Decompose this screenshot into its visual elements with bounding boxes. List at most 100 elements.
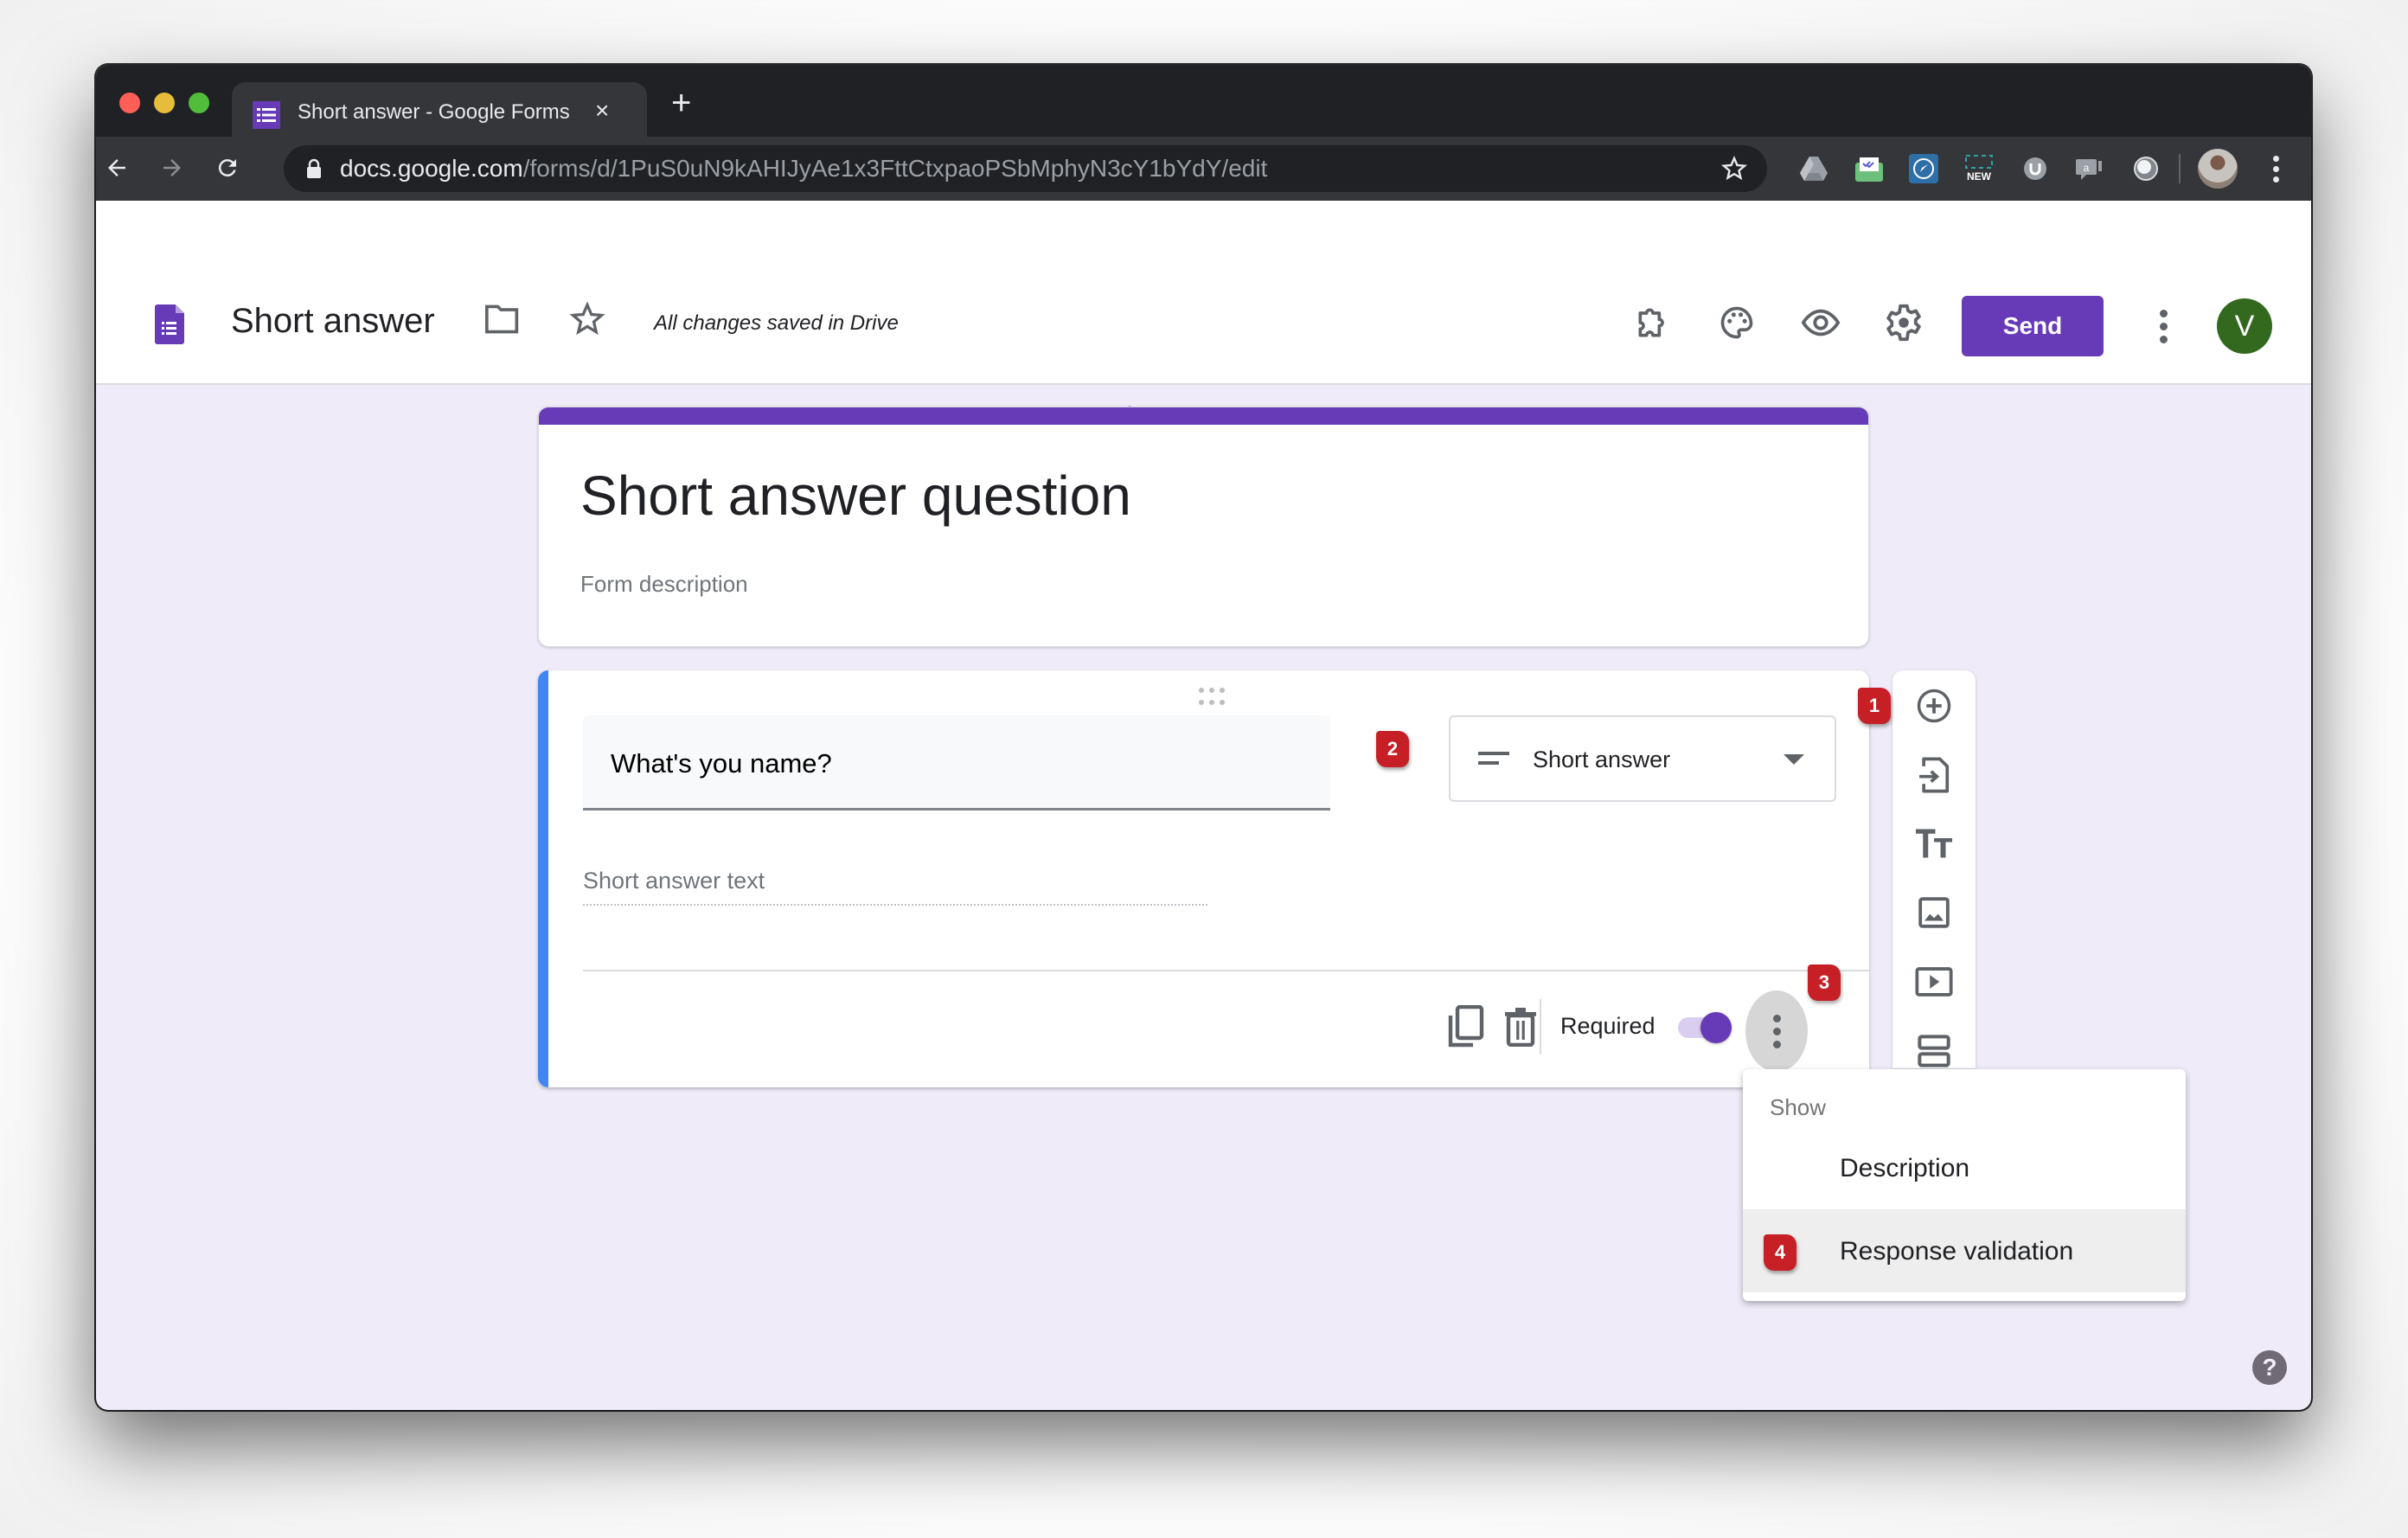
browser-window: Short answer - Google Forms × + docs.goo… [96,65,2311,1410]
star-button[interactable] [568,300,606,343]
account-avatar[interactable]: V [2217,298,2272,354]
menu-item-response-validation[interactable]: Response validation [1743,1209,2186,1292]
reload-button[interactable] [207,147,248,189]
maximize-window-button[interactable] [189,93,209,113]
add-title-button[interactable] [1910,819,1958,868]
add-video-button[interactable] [1910,958,1958,1006]
back-button[interactable] [96,147,138,189]
new-extension-icon[interactable]: NEW [1962,151,1996,186]
callout-badge-3: 3 [1808,964,1841,1001]
question-type-dropdown[interactable]: Short answer [1449,715,1836,802]
add-title-icon [1916,829,1952,858]
send-button[interactable]: Send [1962,296,2104,356]
bookmark-star-icon[interactable] [1720,155,1748,183]
add-question-icon [1917,689,1951,723]
floating-side-toolbar [1892,670,1976,1068]
form-title-card: Short answer question Form description [538,407,1869,647]
chrome-menu-icon[interactable] [2263,149,2289,189]
tab-title: Short answer - Google Forms [298,100,570,124]
import-questions-button[interactable] [1910,751,1958,799]
chrome-profile-avatar[interactable] [2198,149,2238,189]
active-question-indicator [538,670,548,1087]
menu-item-label: Description [1840,1154,1970,1182]
gear-icon [1886,304,1921,342]
form-title-input[interactable]: Short answer question [580,461,1131,530]
settings-button[interactable] [1880,298,1928,347]
required-label: Required [1560,1013,1656,1039]
customize-theme-button[interactable] [1713,298,1761,347]
save-status: All changes saved in Drive [654,311,899,335]
question-title-text: What's you name? [611,748,832,779]
chat-extension-icon[interactable]: a [2073,151,2108,186]
callout-badge-2: 2 [1376,731,1409,767]
short-answer-placeholder: Short answer text [583,868,765,894]
question-type-label: Short answer [1533,747,1671,772]
close-window-button[interactable] [119,93,140,113]
footer-vertical-divider [1540,999,1541,1054]
url-host: docs.google.com [340,155,523,182]
folder-icon [485,304,519,334]
star-icon [569,301,605,336]
forward-button[interactable] [151,147,193,189]
url-path: /forms/d/1PuS0uN9kAHIJyAe1x3FttCtxpaoPSb… [522,155,1268,182]
google-forms-logo-icon [155,304,184,344]
callout-badge-4: 4 [1764,1234,1796,1271]
menu-item-label: Response validation [1840,1237,2074,1266]
puzzle-icon [1638,308,1664,337]
forward-arrow-icon [163,159,181,176]
add-image-icon [1918,897,1950,928]
tab-close-icon[interactable]: × [595,95,609,126]
copy-icon [1448,1005,1484,1048]
menu-item-description[interactable]: Description [1743,1126,2186,1209]
svg-text:NEW: NEW [1967,170,1992,183]
required-toggle[interactable] [1678,1012,1735,1043]
document-title[interactable]: Short answer [231,299,435,343]
theme-color-band [539,407,1868,425]
question-card[interactable]: What's you name? Short answer Short answ… [538,670,1869,1087]
svg-text:a: a [2084,162,2090,174]
add-section-icon [1918,1035,1950,1067]
short-answer-underline [583,904,1207,906]
add-section-button[interactable] [1910,1027,1958,1068]
lock-icon [307,158,321,178]
google-drive-icon[interactable] [1796,151,1831,186]
form-description-input[interactable]: Form description [580,568,748,599]
tab-bar: Short answer - Google Forms × + [96,65,2311,137]
question-footer-divider [583,970,1869,971]
address-bar[interactable]: docs.google.com/forms/d/1PuS0uN9kAHIJyAe… [284,145,1767,192]
circle-extension-icon[interactable] [2129,151,2163,186]
add-ons-button[interactable] [1629,298,1677,347]
short-text-icon [1478,752,1509,765]
add-video-icon [1915,967,1953,996]
back-arrow-icon [108,159,125,176]
add-image-button[interactable] [1910,888,1958,937]
preview-button[interactable] [1796,298,1845,347]
u-extension-icon[interactable] [2018,151,2053,186]
question-more-options-icon[interactable] [1745,990,1808,1072]
import-questions-icon [1919,757,1950,793]
move-to-folder-button[interactable] [484,302,522,341]
drag-handle-icon[interactable] [1199,688,1228,707]
help-icon[interactable]: ? [2252,1350,2287,1385]
duplicate-button[interactable] [1442,1003,1490,1051]
delete-button[interactable] [1496,1003,1545,1051]
reload-icon [218,159,236,177]
toolbar-divider [2179,154,2181,183]
question-options-menu: Show Description Response validation [1743,1069,2186,1301]
new-tab-button[interactable]: + [671,82,691,124]
toggle-thumb [1700,1012,1732,1043]
eye-icon [1801,309,1841,336]
minimize-window-button[interactable] [154,93,175,113]
forms-header: Short answer All changes saved in Drive … [96,201,2311,447]
menu-section-header: Show [1770,1094,1827,1120]
question-title-input[interactable]: What's you name? [583,715,1330,811]
safari-compass-icon[interactable] [1906,151,1941,186]
add-question-button[interactable] [1910,682,1958,730]
trash-icon [1505,1008,1536,1047]
mailtrack-icon[interactable] [1852,151,1886,186]
browser-tab[interactable]: Short answer - Google Forms × [232,82,647,137]
url-text[interactable]: docs.google.com/forms/d/1PuS0uN9kAHIJyAe… [340,153,1267,184]
palette-icon [1720,306,1753,339]
chevron-down-icon [1784,754,1804,765]
more-options-icon[interactable] [2146,303,2181,349]
